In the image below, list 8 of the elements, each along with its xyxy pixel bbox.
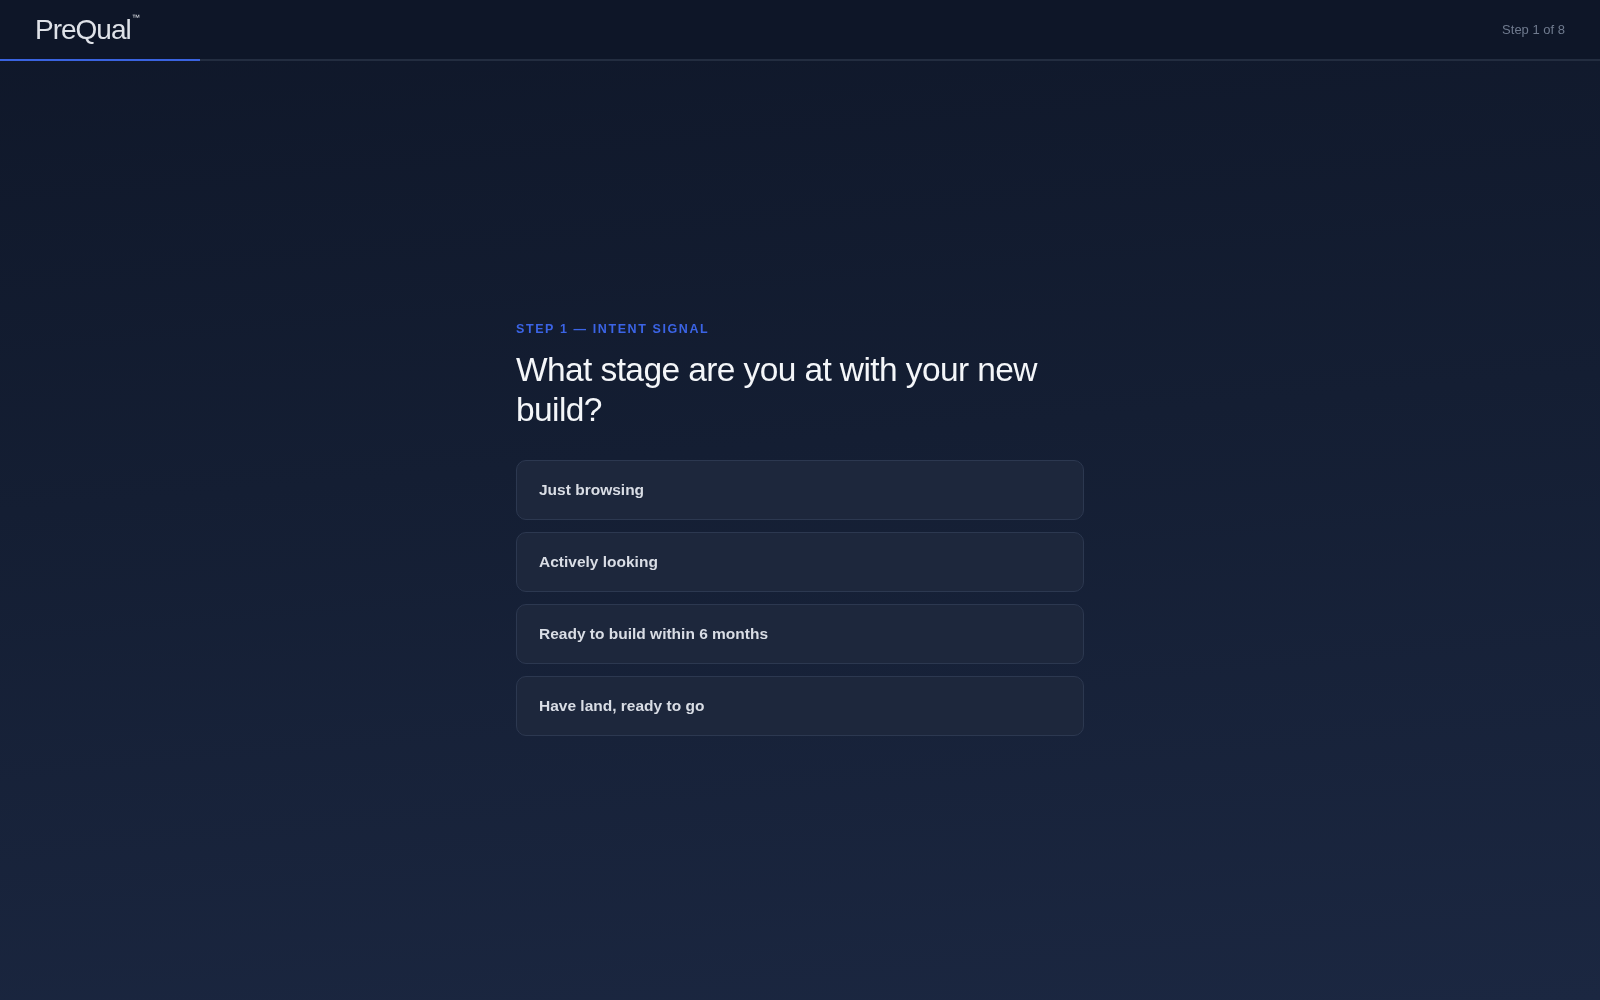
question-title: What stage are you at with your new build?	[516, 349, 1039, 430]
step-eyebrow: STEP 1 — INTENT SIGNAL	[516, 321, 711, 337]
answer-option[interactable]: Just browsing	[516, 459, 1084, 520]
answer-option[interactable]: Actively looking	[516, 531, 1084, 592]
answer-option[interactable]: Have land, ready to go	[516, 675, 1084, 736]
step-counter: Step 1 of 8	[1502, 22, 1565, 37]
answer-option[interactable]: Ready to build within 6 months	[516, 603, 1084, 664]
logo: PreQual$^{™}$	[35, 15, 140, 44]
